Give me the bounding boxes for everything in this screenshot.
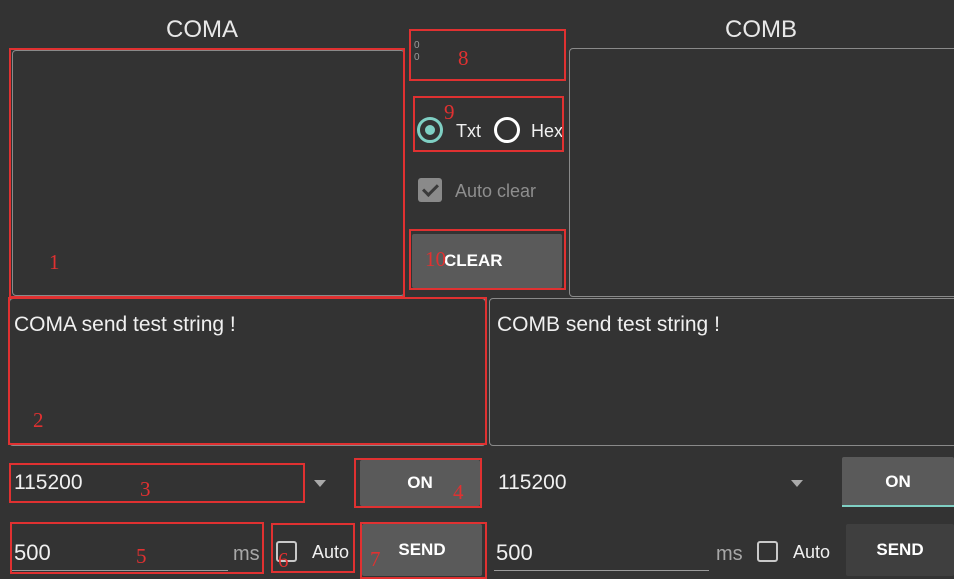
comb-send-text: COMB send test string !	[497, 313, 720, 336]
comb-baud-select[interactable]	[494, 463, 827, 503]
annotation-box-3	[9, 463, 305, 503]
comb-auto-checkbox[interactable]	[757, 541, 778, 562]
annotation-label-10: 10	[425, 247, 446, 271]
comb-on-label: ON	[885, 472, 911, 491]
comb-ms-label: ms	[716, 543, 743, 565]
annotation-label-2: 2	[33, 408, 44, 432]
comb-interval-input[interactable]	[494, 523, 744, 573]
annotation-label-3: 3	[140, 477, 151, 501]
auto-clear-label: Auto clear	[455, 181, 537, 201]
annotation-label-7: 7	[370, 547, 381, 571]
comb-send-input[interactable]: COMB send test string !	[489, 298, 954, 446]
comb-auto-label: Auto	[793, 542, 831, 562]
annotation-box-2	[8, 297, 487, 445]
annotation-label-5: 5	[136, 544, 147, 568]
comb-dropdown-chevron-icon[interactable]	[791, 480, 803, 487]
annotation-label-4: 4	[453, 480, 464, 504]
annotation-box-9	[413, 96, 564, 152]
comb-on-button[interactable]: ON	[842, 457, 954, 507]
comb-receive-area[interactable]	[569, 48, 954, 297]
coma-dropdown-chevron-icon[interactable]	[314, 480, 326, 487]
auto-clear-checkbox[interactable]	[418, 178, 442, 202]
annotation-label-8: 8	[458, 46, 469, 70]
annotation-box-8	[409, 29, 566, 81]
comb-title: COMB	[725, 16, 797, 43]
comb-send-label: SEND	[876, 540, 924, 559]
annotation-label-1: 1	[49, 250, 60, 274]
annotation-box-1	[9, 48, 405, 298]
coma-title: COMA	[166, 16, 238, 43]
comb-on-indicator	[842, 505, 954, 507]
annotation-label-9: 9	[444, 100, 455, 124]
comb-send-button[interactable]: SEND	[846, 524, 954, 576]
annotation-label-6: 6	[278, 548, 289, 572]
